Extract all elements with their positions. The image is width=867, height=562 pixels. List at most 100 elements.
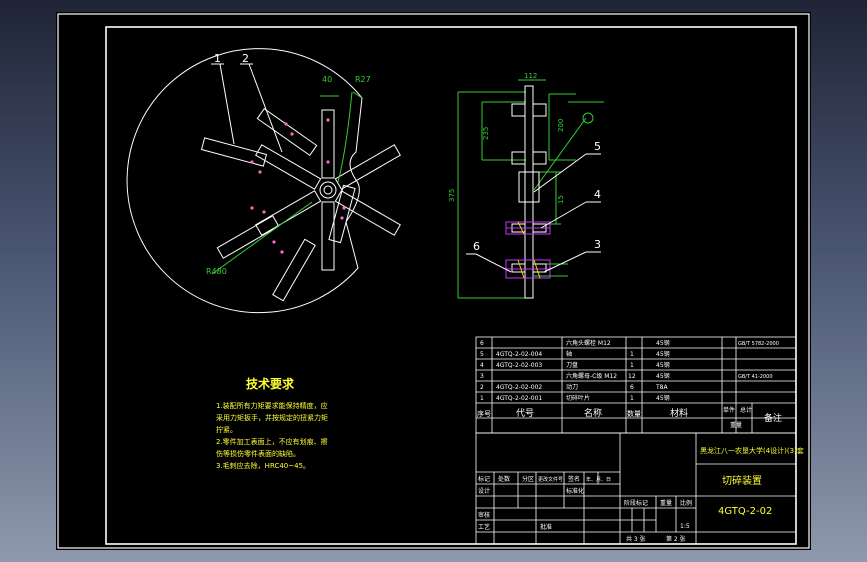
tb-design: 设计 [478, 487, 490, 495]
callout-3: 3 [594, 238, 601, 251]
dim-label-235: 235 [482, 127, 490, 140]
bom-header-note: 备注 [764, 412, 782, 424]
bom-name: 六角头螺栓 M12 [566, 339, 611, 347]
bom-code: 4GTQ-2-02-001 [496, 395, 542, 402]
knife [255, 190, 322, 236]
tb-zone: 分区 [522, 475, 534, 483]
tb-mark: 标记 [478, 475, 490, 483]
bom-name: 轴 [566, 350, 572, 358]
tb-stage-mark: 阶段标记 [624, 499, 648, 507]
tb-standard: 标准化 [566, 487, 584, 495]
callout-1: 1 [214, 52, 221, 65]
bom-qty: 6 [630, 384, 634, 391]
bom-header-no: 序号 [477, 409, 491, 418]
bom-code: 4GTQ-2-02-002 [496, 384, 542, 391]
tb-scale: 1:5 [680, 523, 690, 530]
bom-name: 刀盘 [566, 361, 578, 369]
bom-header-single: 单件 [723, 406, 735, 414]
bom-no: 1 [480, 395, 484, 402]
tb-approve: 批准 [540, 523, 552, 531]
knife [255, 144, 322, 190]
moving-blade [216, 215, 280, 259]
tech-line: 采用力矩扳手，并按规定的扭紧力矩 [216, 413, 328, 422]
bom-material: T8A [655, 384, 668, 391]
knife [334, 190, 401, 236]
disk-hub [319, 181, 337, 199]
bom-no: 3 [480, 373, 484, 380]
bom-note: GB/T 5782-2000 [738, 341, 779, 347]
title-block-text: 标记 处数 分区 更改文件号 签名 年、月、日 设计 标准化 审核 工艺 批准 … [478, 475, 692, 543]
bom-qty: 1 [630, 362, 634, 369]
bom-no: 4 [480, 362, 484, 369]
tb-drawing-no: 4GTQ-2-02 [718, 506, 772, 517]
leader-2 [248, 63, 283, 153]
dim-arc [337, 91, 353, 183]
drawing-sheet: 1 2 40 R27 R480 112 235 200 375 15 5 4 3… [56, 12, 811, 550]
dim-label-15: 15 [557, 195, 565, 204]
callout-2: 2 [242, 52, 249, 65]
bom-qty: 1 [630, 395, 634, 402]
knife [320, 95, 339, 179]
bom-material: 45钢 [656, 350, 670, 358]
inner-frame [105, 26, 797, 545]
bom-header-name: 名称 [584, 407, 602, 419]
moving-blade [256, 108, 318, 156]
callout-6: 6 [473, 240, 480, 253]
bom-no: 6 [480, 340, 484, 347]
knife [334, 144, 401, 190]
dim-label-200: 200 [557, 119, 565, 132]
leader-r480 [211, 201, 313, 275]
tb-weight: 重量 [660, 499, 672, 507]
bom-no: 5 [480, 351, 484, 358]
tb-scale-label: 比例 [680, 499, 692, 507]
bom-qty: 1 [630, 351, 634, 358]
bom-header-code: 代号 [516, 408, 534, 419]
callout-4: 4 [594, 188, 601, 201]
tech-line: 伤等损伤零件表面的缺陷。 [216, 449, 300, 458]
bom-name: 动刀 [566, 384, 578, 391]
leader-1 [219, 63, 235, 145]
cutter-disk-view [126, 48, 401, 314]
side-view [457, 79, 604, 299]
bom-rows: 6 六角头螺栓 M12 45钢 GB/T 5782-2000 5 4GTQ-2-… [480, 339, 779, 402]
tech-line: 1.装配所有力矩要求能保持精度，应 [216, 401, 328, 410]
callout-5: 5 [594, 140, 601, 153]
bom-material: 45钢 [656, 361, 670, 369]
cad-drawing: 1 2 40 R27 R480 112 235 200 375 15 5 4 3… [57, 13, 810, 549]
bom-note: GB/T 41-2000 [738, 374, 773, 380]
tb-count: 处数 [498, 475, 510, 483]
disk-outline [126, 48, 363, 314]
dim-label-112: 112 [524, 72, 537, 80]
bom-header-weight: 重量 [730, 421, 742, 429]
moving-blade [272, 238, 316, 302]
tb-drawing-name: 切碎装置 [722, 474, 762, 487]
tb-sign: 签名 [568, 475, 580, 483]
bom-name: 切碎叶片 [566, 394, 590, 402]
tb-sheet-no: 第 2 张 [666, 535, 686, 543]
bom-no: 2 [480, 384, 484, 391]
bom-material: 45钢 [656, 394, 670, 402]
tb-company: 黑龙江八一农垦大学(4设计)(3)套 [700, 446, 804, 455]
dim-label-r27: R27 [355, 75, 371, 84]
bom-qty: 12 [628, 373, 636, 380]
tech-line: 3.毛刺应去除，HRC40~45。 [216, 461, 310, 470]
dim-label-375: 375 [448, 189, 456, 202]
tb-date: 年、月、日 [586, 476, 611, 483]
tb-check: 审核 [478, 511, 490, 519]
tech-line: 拧紧。 [216, 425, 237, 434]
bom-header-total: 总计 [740, 406, 752, 414]
tb-process: 工艺 [478, 523, 490, 531]
tech-heading: 技术要求 [246, 376, 295, 391]
shaft [524, 85, 534, 299]
hub-bore [323, 185, 333, 195]
tb-change-doc: 更改文件号 [538, 476, 563, 483]
bom-header-qty: 数量 [627, 409, 641, 418]
bom-header-material: 材料 [670, 407, 688, 419]
dim-label-r480: R480 [206, 267, 227, 276]
bom-material: 45钢 [656, 372, 670, 380]
bom-name: 六角螺母-C级 M12 [566, 372, 617, 380]
knife [321, 201, 335, 271]
tech-line: 2.零件加工表面上，不应有划痕、擦 [216, 437, 328, 446]
bom-material: 45钢 [656, 339, 670, 347]
tb-sheets-total: 共 3 张 [626, 535, 646, 543]
